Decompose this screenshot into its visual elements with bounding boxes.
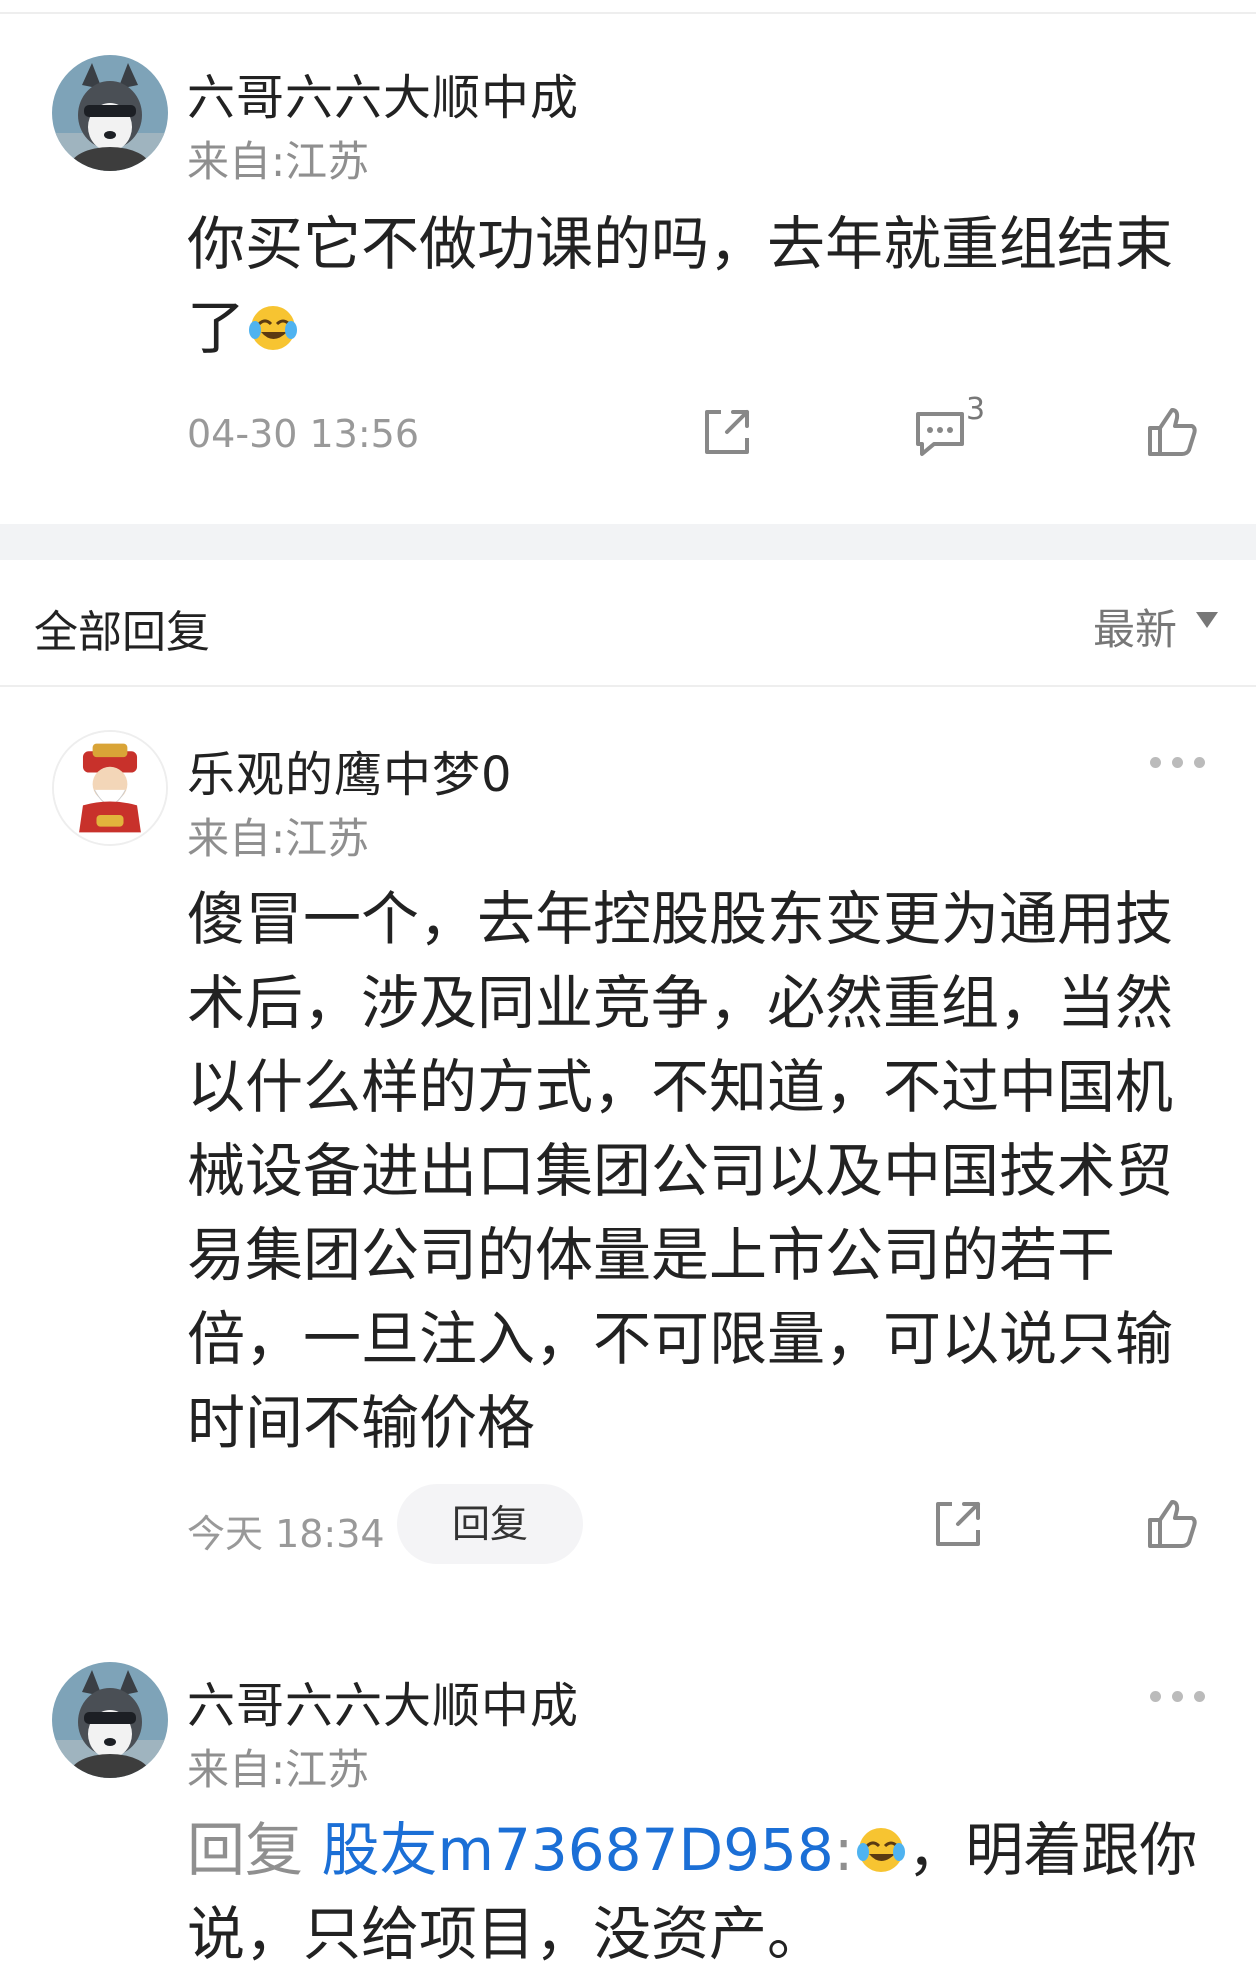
replies-title: 全部回复 xyxy=(34,607,210,658)
post-timestamp: 04-30 13:56 xyxy=(187,412,420,456)
reply-timestamp: 今天 18:34 xyxy=(187,1512,385,1556)
caret-down-icon[interactable] xyxy=(1196,612,1218,628)
laughing-crying-emoji-icon xyxy=(857,1828,906,1872)
post-location: 来自:江苏 xyxy=(187,137,370,186)
reply-button[interactable]: 回复 xyxy=(397,1484,583,1564)
post-content-line: 你买它不做功课的吗，去年就重组结束 xyxy=(187,210,1174,278)
more-options-icon[interactable] xyxy=(1150,754,1206,770)
reply-content: 回复 股友m73687D958: ，明着跟你 说，只给项目，没资产。 xyxy=(187,1808,1197,1976)
reply-location: 来自:江苏 xyxy=(187,1745,370,1794)
reply-text: ，明着跟你 xyxy=(907,1816,1198,1884)
mention-link[interactable]: 股友m73687D958 xyxy=(321,1816,833,1884)
reply-content-line: 说，只给项目，没资产。 xyxy=(187,1900,826,1968)
post-content-text: 了 xyxy=(187,294,246,362)
reply-content-line: 以什么样的方式，不知道，不过中国机 xyxy=(187,1053,1174,1121)
reply-content-line: 术后，涉及同业竞争，必然重组，当然 xyxy=(187,969,1174,1037)
more-options-icon[interactable] xyxy=(1150,1688,1206,1704)
share-icon[interactable] xyxy=(697,402,757,462)
reply-content-line: 傻冒一个，去年控股股东变更为通用技 xyxy=(187,885,1174,953)
reply-prefix: 回复 xyxy=(187,1816,304,1884)
header-divider xyxy=(0,685,1256,687)
laughing-crying-emoji-icon xyxy=(249,306,298,350)
reply-colon: : xyxy=(833,1816,854,1884)
like-icon[interactable] xyxy=(1142,402,1202,462)
section-separator xyxy=(0,524,1256,560)
post-content-line-2: 了 xyxy=(187,286,1187,370)
reply-content-line: 械设备进出口集团公司以及中国技术贸 xyxy=(187,1137,1174,1205)
reply-content-line: 易集团公司的体量是上市公司的若干 xyxy=(187,1221,1116,1289)
reply-username[interactable]: 乐观的鹰中梦0 xyxy=(187,735,513,805)
avatar[interactable] xyxy=(52,1662,168,1778)
sort-dropdown[interactable]: 最新 xyxy=(1093,596,1177,657)
top-border xyxy=(0,0,1256,14)
fortune-god-avatar-image xyxy=(54,732,166,844)
reply-content: 傻冒一个，去年控股股东变更为通用技 术后，涉及同业竞争，必然重组，当然 以什么样… xyxy=(187,877,1187,1465)
avatar[interactable] xyxy=(52,730,168,846)
share-icon[interactable] xyxy=(928,1494,988,1554)
avatar[interactable] xyxy=(52,55,168,171)
reply-content-line: 回复 股友m73687D958: ，明着跟你 xyxy=(187,1808,1197,1892)
post-username[interactable]: 六哥六六大顺中成 xyxy=(187,58,579,128)
reply-location: 来自:江苏 xyxy=(187,814,370,863)
reply-content-line: 时间不输价格 xyxy=(187,1389,536,1457)
comment-count: 3 xyxy=(966,392,986,427)
like-icon[interactable] xyxy=(1142,1494,1202,1554)
reply-content-line: 倍，一旦注入，不可限量，可以说只输 xyxy=(187,1305,1174,1373)
husky-avatar-image xyxy=(52,55,168,171)
husky-avatar-image xyxy=(52,1662,168,1778)
post-content: 你买它不做功课的吗，去年就重组结束 了 xyxy=(187,202,1187,370)
comment-icon[interactable] xyxy=(910,402,970,462)
reply-username[interactable]: 六哥六六大顺中成 xyxy=(187,1666,579,1736)
